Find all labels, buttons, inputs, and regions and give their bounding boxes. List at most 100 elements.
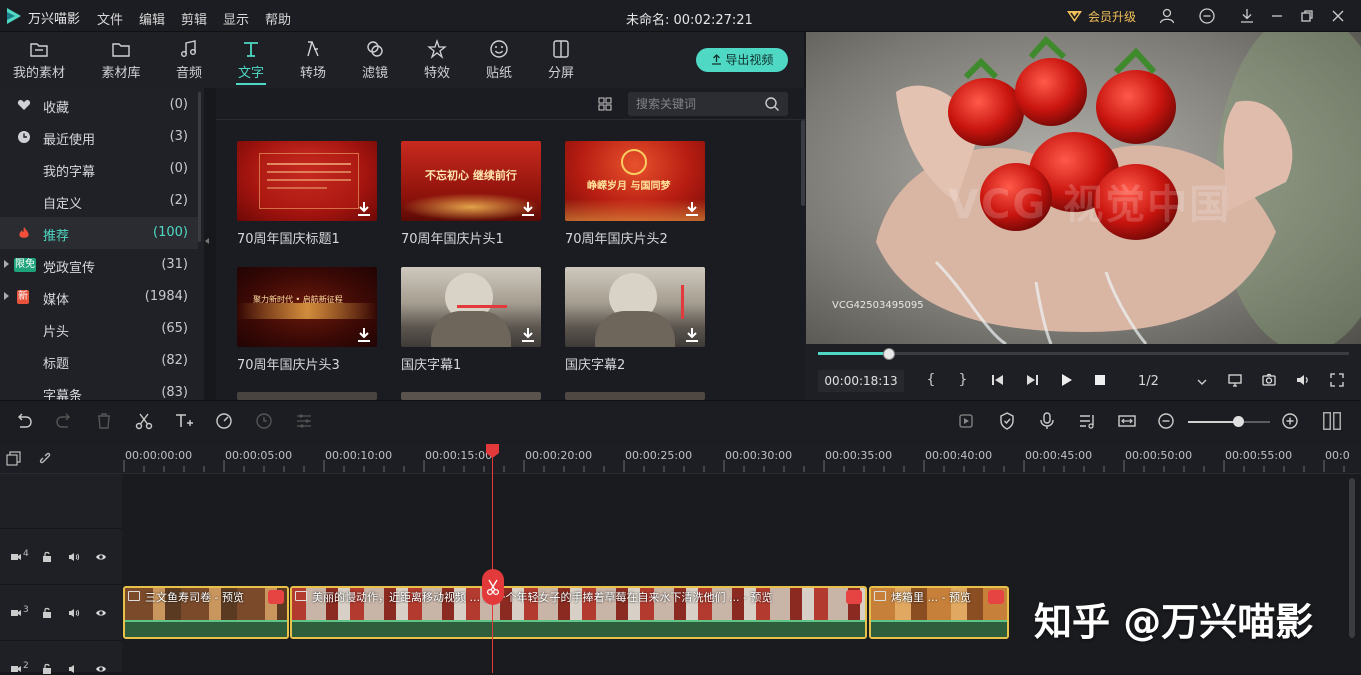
download-icon[interactable] [1238,7,1256,25]
sidebar-item-subtitle-bar[interactable]: 字幕条 (83) [0,377,198,400]
stop-icon[interactable] [1091,372,1109,390]
play-icon[interactable] [1057,372,1075,390]
sidebar-item-intro[interactable]: 片头 (65) [0,313,198,345]
sidebar-item-favorites[interactable]: 收藏 (0) [0,89,198,121]
speed-icon[interactable] [214,411,236,433]
collapse-sidebar-icon[interactable] [205,238,209,244]
sidebar-item-my-subtitles[interactable]: 我的字幕 (0) [0,153,198,185]
expand-arrow-icon[interactable] [4,260,9,268]
tab-audio[interactable]: 音频 [172,32,206,88]
add-text-icon[interactable] [174,411,196,433]
vip-upgrade-button[interactable]: 会员升级 [1088,8,1136,25]
template-tile[interactable] [237,392,377,400]
timeline-clip[interactable]: 美丽的慢动作，近距离移动视频 ... 的一个年轻女子的手捧着草莓在自来水下清洗他… [290,586,867,639]
timeline-clip[interactable]: 三文鱼寿司卷 - 预览 [123,586,289,639]
sidebar-item-party-promo[interactable]: 限免 党政宣传 (31) [0,249,198,281]
download-icon[interactable] [357,327,371,343]
expand-arrow-icon[interactable] [4,292,9,300]
mark-out-button[interactable]: } [954,372,972,390]
adjust-icon[interactable] [294,411,316,433]
playhead-line[interactable] [492,448,493,673]
download-icon[interactable] [685,327,699,343]
display-icon[interactable] [1226,372,1244,390]
eye-icon[interactable] [95,663,107,675]
sidebar-item-custom[interactable]: 自定义 (2) [0,185,198,217]
search-input[interactable] [636,96,756,112]
template-tile[interactable] [401,267,541,347]
link-icon[interactable] [38,451,54,467]
fullscreen-icon[interactable] [1328,372,1346,390]
sidebar-item-media[interactable]: 新 媒体 (1984) [0,281,198,313]
zoom-out-icon[interactable] [1156,411,1178,433]
minimize-icon[interactable] [1268,7,1286,25]
speaker-icon[interactable] [68,551,80,563]
tab-sticker[interactable]: 贴纸 [482,32,516,88]
grid-view-icon[interactable] [598,97,612,111]
menu-file[interactable]: 文件 [97,9,123,28]
split-scissors-button[interactable] [482,569,504,605]
sidebar-item-titles[interactable]: 标题 (82) [0,345,198,377]
eye-icon[interactable] [95,607,107,619]
zoom-in-icon[interactable] [1280,411,1302,433]
speaker-icon[interactable] [68,607,80,619]
tab-media-library[interactable]: 素材库 [98,32,144,88]
lock-icon[interactable] [41,607,53,619]
tab-splitscreen[interactable]: 分屏 [544,32,578,88]
preview-progress-handle[interactable] [883,348,895,360]
tab-effect[interactable]: 特效 [420,32,454,88]
mark-in-button[interactable]: { [922,372,940,390]
download-icon[interactable] [521,201,535,217]
export-video-button[interactable]: 导出视频 [696,48,788,72]
download-icon[interactable] [357,201,371,217]
search-icon[interactable] [764,96,780,112]
template-tile[interactable]: 聚力新时代 • 启航新征程 [237,267,377,347]
tab-my-media[interactable]: 我的素材 [10,32,68,88]
timeline-clip[interactable]: 烤箱里 ... - 预览 [869,586,1009,639]
menu-clip[interactable]: 剪辑 [181,9,207,28]
tab-transition[interactable]: 转场 [296,32,330,88]
template-tile[interactable] [237,141,377,221]
speaker-icon[interactable] [68,663,80,675]
timeline-zoom-handle[interactable] [1233,416,1244,427]
lock-icon[interactable] [41,551,53,563]
sidebar-item-recommended[interactable]: 推荐 (100) [0,217,198,249]
volume-icon[interactable] [1294,372,1312,390]
next-frame-icon[interactable] [1023,372,1041,390]
menu-help[interactable]: 帮助 [265,9,291,28]
template-tile[interactable] [401,392,541,400]
template-tile[interactable]: 不忘初心 继续前行 [401,141,541,221]
feedback-icon[interactable] [1198,7,1216,25]
redo-icon[interactable] [54,411,76,433]
sidebar-scrollbar[interactable] [198,92,201,242]
audio-mixer-icon[interactable] [1077,411,1099,433]
duration-icon[interactable] [254,411,276,433]
shield-icon[interactable] [997,411,1019,433]
account-icon[interactable] [1158,7,1176,25]
previous-frame-icon[interactable] [989,372,1007,390]
timeline-vertical-scrollbar[interactable] [1349,478,1355,638]
restore-icon[interactable] [1298,7,1316,25]
download-icon[interactable] [685,201,699,217]
add-track-icon[interactable] [6,451,22,467]
lock-icon[interactable] [41,663,53,675]
eye-icon[interactable] [95,551,107,563]
template-tile[interactable]: 峥嵘岁月 与国同梦 [565,141,705,221]
template-tile[interactable] [565,267,705,347]
menu-edit[interactable]: 编辑 [139,9,165,28]
microphone-icon[interactable] [1037,411,1059,433]
close-icon[interactable] [1329,7,1347,25]
undo-icon[interactable] [14,411,36,433]
chevron-down-icon[interactable] [1196,376,1208,388]
playhead-marker-icon[interactable] [486,444,499,458]
download-icon[interactable] [521,327,535,343]
sidebar-item-recent[interactable]: 最近使用 (3) [0,121,198,153]
snapshot-icon[interactable] [1260,372,1278,390]
delete-icon[interactable] [94,411,116,433]
cut-icon[interactable] [134,411,156,433]
preview-progress-track[interactable] [818,352,1349,355]
render-icon[interactable] [956,411,978,433]
tab-text[interactable]: 文字 [234,32,268,88]
menu-view[interactable]: 显示 [223,9,249,28]
library-scrollbar[interactable] [801,120,805,206]
fit-timeline-icon[interactable] [1117,411,1139,433]
